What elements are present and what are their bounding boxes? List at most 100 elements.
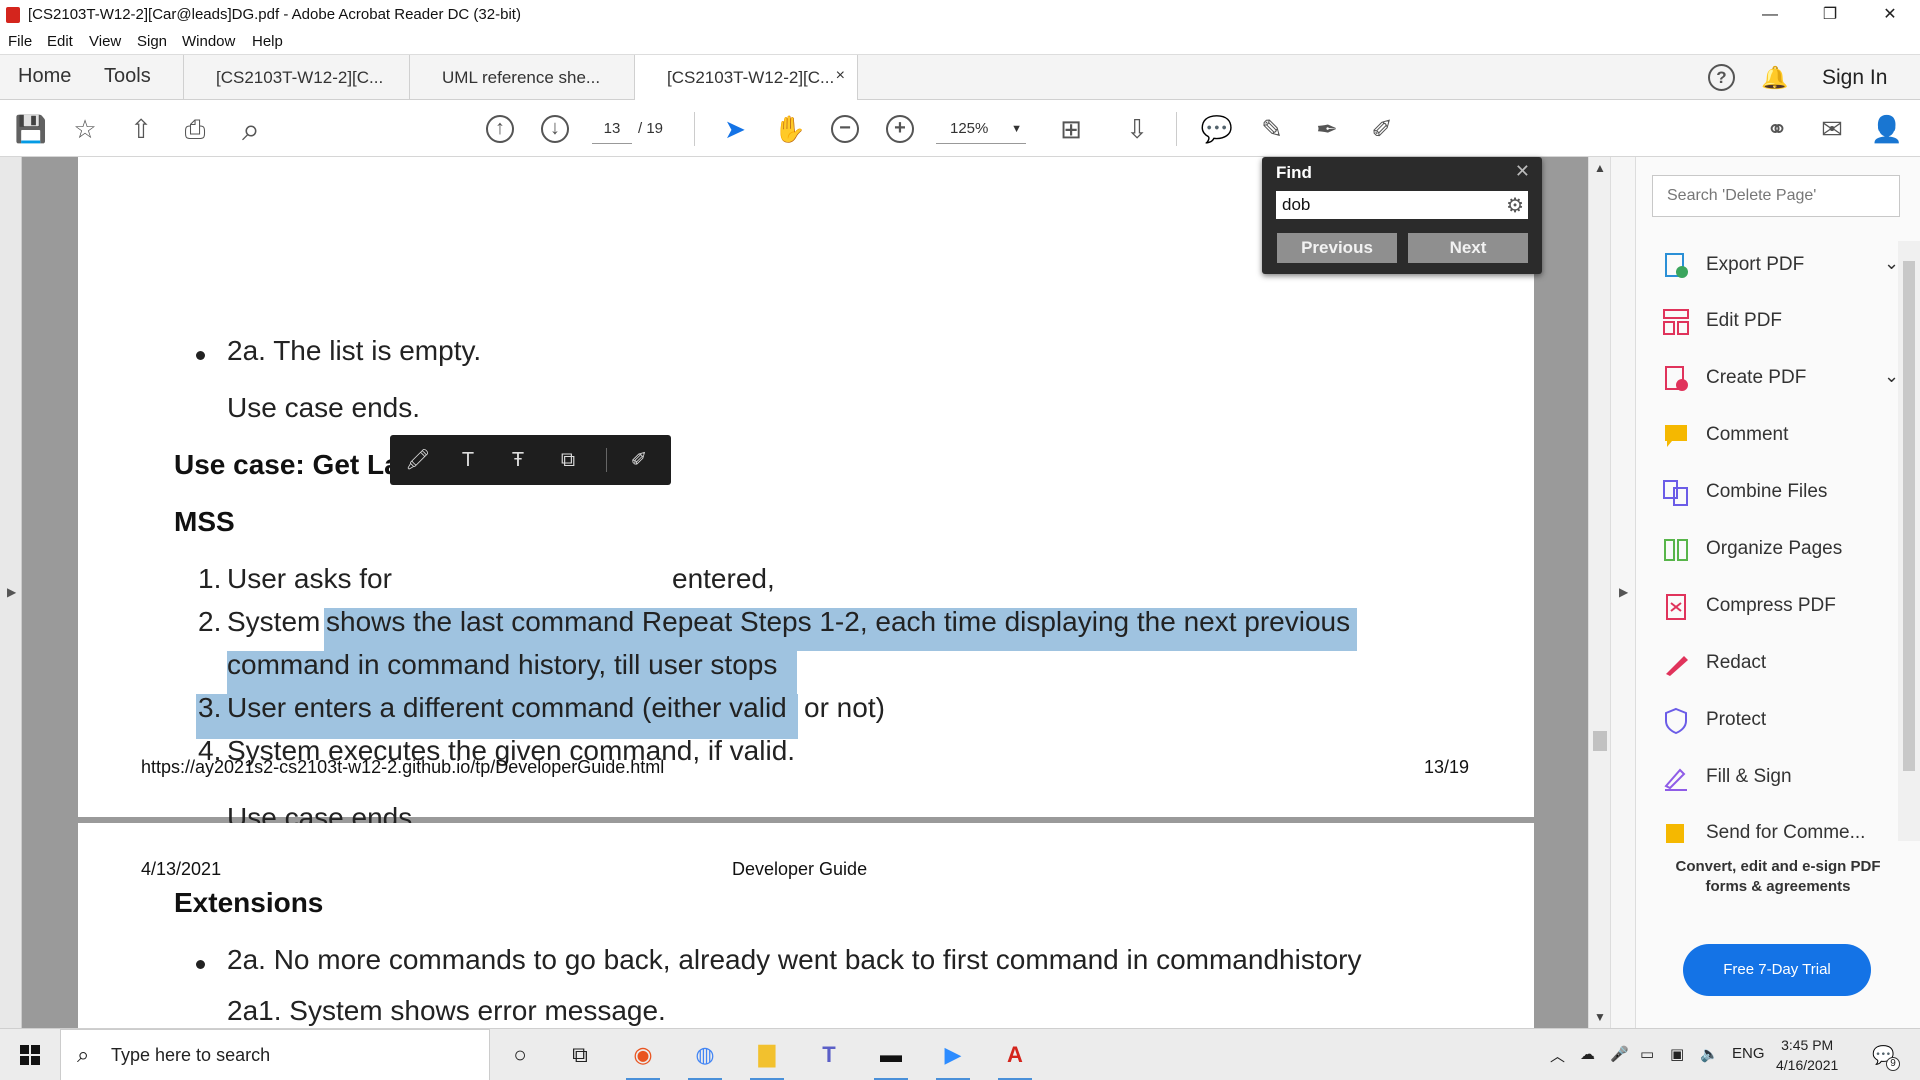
- strikethrough-icon[interactable]: Ŧ: [505, 447, 531, 473]
- terminal-icon[interactable]: ▬: [874, 1039, 908, 1080]
- scroll-mode-icon[interactable]: ⇩: [1120, 112, 1154, 146]
- save-icon[interactable]: 💾: [14, 112, 48, 146]
- doc-text: shows the last command Repeat Steps 1-2,…: [326, 606, 1351, 637]
- cortana-icon[interactable]: ○: [503, 1039, 537, 1071]
- help-icon[interactable]: ?: [1708, 64, 1735, 91]
- share-link-icon[interactable]: ⚭: [1760, 112, 1794, 146]
- gear-icon[interactable]: ⚙: [1506, 193, 1524, 218]
- copy-icon[interactable]: ⧉: [555, 447, 581, 473]
- tools-search-input[interactable]: Search 'Delete Page': [1652, 175, 1900, 217]
- hand-tool-icon[interactable]: ✋: [773, 112, 807, 146]
- tool-export-pdf[interactable]: Export PDF ⌄: [1662, 249, 1899, 285]
- menu-window[interactable]: Window: [182, 33, 235, 50]
- tools-scrollbar[interactable]: [1898, 241, 1920, 841]
- zoom-app-icon[interactable]: ▶: [936, 1039, 970, 1080]
- zoom-level-select[interactable]: 125% ▼: [936, 114, 1026, 144]
- teams-icon[interactable]: T: [812, 1039, 846, 1071]
- network-icon[interactable]: ▣: [1670, 1045, 1684, 1063]
- zoom-out-icon[interactable]: −: [831, 115, 859, 143]
- sign-in-button[interactable]: Sign In: [1822, 66, 1887, 90]
- microphone-icon[interactable]: 🎤: [1610, 1045, 1629, 1063]
- tool-send-for-comments[interactable]: Send for Comme...: [1662, 817, 1892, 843]
- promo-line: Convert, edit and e-sign PDF: [1675, 858, 1881, 875]
- doc-tab-1[interactable]: [CS2103T-W12-2][C...: [183, 55, 409, 100]
- tool-combine-files[interactable]: Combine Files: [1662, 476, 1892, 512]
- menu-help[interactable]: Help: [252, 33, 283, 50]
- zoom-in-icon[interactable]: +: [886, 115, 914, 143]
- right-panel-toggle[interactable]: ▶: [1610, 157, 1636, 1028]
- menu-sign[interactable]: Sign: [137, 33, 167, 50]
- sign-icon[interactable]: ✒: [1310, 112, 1344, 146]
- menu-view[interactable]: View: [89, 33, 121, 50]
- menu-file[interactable]: File: [8, 33, 32, 50]
- menu-edit[interactable]: Edit: [47, 33, 73, 50]
- doc-tab-2[interactable]: UML reference she...: [409, 55, 634, 100]
- acrobat-taskbar-icon[interactable]: A: [998, 1039, 1032, 1080]
- tool-organize-pages[interactable]: Organize Pages: [1662, 533, 1892, 569]
- language-indicator[interactable]: ENG: [1732, 1045, 1765, 1062]
- print-icon[interactable]: ⎙: [178, 112, 212, 146]
- tool-label: Fill & Sign: [1706, 766, 1792, 787]
- fit-page-icon[interactable]: ⊞: [1054, 112, 1088, 146]
- tab-home[interactable]: Home: [18, 65, 71, 88]
- star-icon[interactable]: ☆: [68, 112, 102, 146]
- tool-comment[interactable]: Comment: [1662, 419, 1892, 455]
- mail-icon[interactable]: ✉: [1815, 112, 1849, 146]
- add-user-icon[interactable]: 👤: [1870, 112, 1904, 146]
- combine-files-icon: [1662, 479, 1690, 507]
- find-next-button[interactable]: Next: [1408, 233, 1528, 263]
- close-window-button[interactable]: ✕: [1860, 0, 1920, 30]
- highlight-pen-icon[interactable]: ✎: [1255, 112, 1289, 146]
- tool-label: Compress PDF: [1706, 595, 1836, 616]
- restore-button[interactable]: ❐: [1800, 0, 1860, 30]
- tool-protect[interactable]: Protect: [1662, 704, 1892, 740]
- find-previous-button[interactable]: Previous: [1277, 233, 1397, 263]
- ubuntu-icon[interactable]: ◉: [626, 1039, 660, 1080]
- doc-text: 2a1. System shows error message.: [227, 995, 666, 1026]
- upload-icon[interactable]: ⇧: [124, 112, 158, 146]
- next-page-icon[interactable]: ↓: [541, 115, 569, 143]
- comment-icon[interactable]: 💬: [1200, 112, 1234, 146]
- battery-icon[interactable]: ▭: [1640, 1045, 1654, 1063]
- edit-tools-icon[interactable]: ✐: [1365, 112, 1399, 146]
- scroll-down-icon[interactable]: ▼: [1594, 1010, 1606, 1024]
- tray-chevron-icon[interactable]: ︿: [1550, 1045, 1565, 1066]
- underline-icon[interactable]: T: [455, 447, 481, 473]
- task-view-icon[interactable]: ⧉: [563, 1039, 597, 1071]
- close-icon[interactable]: ✕: [1515, 161, 1530, 182]
- doc-tab-label: UML reference she...: [442, 68, 601, 87]
- left-panel-toggle[interactable]: ▶: [0, 157, 22, 1028]
- highlight-icon[interactable]: 🖍: [405, 447, 431, 473]
- minimize-button[interactable]: —: [1740, 0, 1800, 30]
- scrollbar-thumb[interactable]: [1593, 731, 1607, 751]
- chrome-icon[interactable]: ◍: [688, 1039, 722, 1080]
- page-number-input[interactable]: 13: [592, 114, 632, 144]
- search-icon[interactable]: ⌕: [234, 112, 268, 146]
- close-tab-icon[interactable]: ×: [836, 67, 845, 85]
- find-input[interactable]: dob: [1276, 191, 1528, 219]
- tab-tools[interactable]: Tools: [104, 65, 151, 88]
- tool-redact[interactable]: Redact: [1662, 647, 1892, 683]
- taskbar-search[interactable]: ⌕ Type here to search: [60, 1029, 490, 1080]
- chevron-down-icon[interactable]: ⌄: [1884, 253, 1899, 274]
- document-scrollbar[interactable]: ▲ ▼: [1588, 157, 1610, 1028]
- tool-create-pdf[interactable]: Create PDF ⌄: [1662, 362, 1899, 398]
- edit-text-icon[interactable]: ✐: [626, 447, 652, 473]
- scrollbar-thumb[interactable]: [1903, 261, 1915, 771]
- scroll-up-icon[interactable]: ▲: [1594, 161, 1606, 175]
- tool-edit-pdf[interactable]: Edit PDF: [1662, 305, 1892, 341]
- file-explorer-icon[interactable]: ▇: [750, 1039, 784, 1080]
- windows-start-icon[interactable]: [20, 1045, 40, 1065]
- chevron-down-icon[interactable]: ⌄: [1884, 366, 1899, 387]
- document-view[interactable]: 2a. The list is empty. Use case ends. Us…: [22, 157, 1588, 1028]
- doc-tab-3-active[interactable]: [CS2103T-W12-2][C... ×: [634, 55, 858, 101]
- cloud-icon[interactable]: ☁: [1580, 1045, 1595, 1063]
- volume-icon[interactable]: 🔈: [1700, 1045, 1719, 1063]
- previous-page-icon[interactable]: ↑: [486, 115, 514, 143]
- free-trial-button[interactable]: Free 7-Day Trial: [1683, 944, 1871, 996]
- select-tool-icon[interactable]: ➤: [718, 112, 752, 146]
- bell-icon[interactable]: 🔔: [1761, 65, 1788, 91]
- tool-compress-pdf[interactable]: Compress PDF: [1662, 590, 1892, 626]
- tool-fill-sign[interactable]: Fill & Sign: [1662, 761, 1892, 797]
- taskbar-clock[interactable]: 3:45 PM 4/16/2021: [1776, 1035, 1838, 1075]
